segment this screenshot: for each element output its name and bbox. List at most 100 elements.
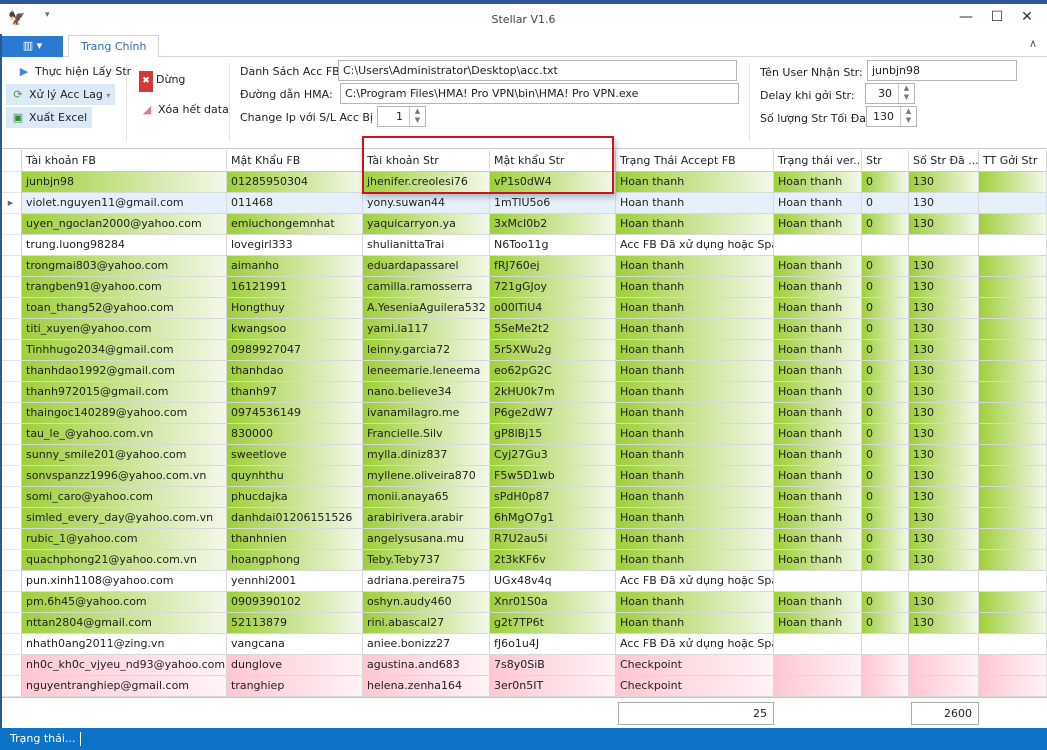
cell-send-status[interactable] <box>979 382 1047 403</box>
cell-str-password[interactable]: gP8lBj15 <box>490 424 616 445</box>
cell-accept-status[interactable]: Hoan thanh <box>616 277 774 298</box>
cell-fb-password[interactable]: danhdai01206151526 <box>227 508 363 529</box>
cell-str-account[interactable]: ivanamilagro.me <box>363 403 490 424</box>
cell-fb-password[interactable]: lovegirl333 <box>227 235 363 256</box>
cell-fb-account[interactable]: uyen_ngoclan2000@yahoo.com <box>22 214 227 235</box>
row-selector[interactable] <box>0 235 22 256</box>
cell-verify-status[interactable]: Hoan thanh <box>774 613 862 634</box>
cell-accept-status[interactable]: Acc FB Đã xử dụng hoặc Spam <box>616 235 774 256</box>
cell-fb-password[interactable]: phucdajka <box>227 487 363 508</box>
cell-str[interactable]: 0 <box>862 361 909 382</box>
cell-fb-password[interactable]: emiuchongemnhat <box>227 214 363 235</box>
cell-send-status[interactable] <box>979 340 1047 361</box>
cell-send-status[interactable] <box>979 277 1047 298</box>
cell-str-account[interactable]: yaquicarryon.ya <box>363 214 490 235</box>
cell-fb-password[interactable]: tranghiep <box>227 676 363 697</box>
cell-str-account[interactable]: mylla.diniz837 <box>363 445 490 466</box>
column-header-str[interactable]: Str <box>862 150 909 172</box>
cell-fb-password[interactable]: kwangsoo <box>227 319 363 340</box>
cell-str-sent[interactable]: 130 <box>909 487 979 508</box>
cell-fb-password[interactable]: sweetlove <box>227 445 363 466</box>
table-row[interactable]: thaingoc140289@yahoo.com 0974536149 ivanam… <box>0 403 1047 424</box>
tab-trang-chinh[interactable]: Trang Chính <box>68 35 160 58</box>
table-row[interactable]: quachphong21@yahoo.com.vn hoangphong Teby.… <box>0 550 1047 571</box>
cell-str-password[interactable]: eo62pG2C <box>490 361 616 382</box>
cell-send-status[interactable] <box>979 172 1047 193</box>
table-row[interactable]: rubic_1@yahoo.com thanhnien angelysusana.m… <box>0 529 1047 550</box>
cell-str-account[interactable]: arabirivera.arabir <box>363 508 490 529</box>
cell-fb-account[interactable]: sunny_smile201@yahoo.com <box>22 445 227 466</box>
column-header-accept-status[interactable]: Trạng Thái Accept FB <box>616 150 774 172</box>
cell-str-sent[interactable]: 130 <box>909 319 979 340</box>
cell-str[interactable] <box>862 676 909 697</box>
cell-str-password[interactable]: fRJ760ej <box>490 256 616 277</box>
cell-str-sent[interactable] <box>909 571 979 592</box>
cell-str-password[interactable]: R7U2au5i <box>490 529 616 550</box>
cell-verify-status[interactable]: Hoan thanh <box>774 361 862 382</box>
cell-str-account[interactable]: yony.suwan44 <box>363 193 490 214</box>
maximize-button[interactable]: ☐ <box>987 9 1007 25</box>
cell-str[interactable]: 0 <box>862 424 909 445</box>
cell-str[interactable]: 0 <box>862 172 909 193</box>
table-row[interactable]: thanh972015@gmail.com thanh97 nano.believe… <box>0 382 1047 403</box>
cell-accept-status[interactable]: Hoan thanh <box>616 172 774 193</box>
table-row[interactable]: sunny_smile201@yahoo.com sweetlove mylla.d… <box>0 445 1047 466</box>
cell-str-account[interactable]: eduardapassarel <box>363 256 490 277</box>
cell-fb-password[interactable]: dunglove <box>227 655 363 676</box>
row-selector[interactable] <box>0 172 22 193</box>
cell-accept-status[interactable]: Hoan thanh <box>616 529 774 550</box>
cell-str-sent[interactable]: 130 <box>909 613 979 634</box>
row-selector[interactable] <box>0 214 22 235</box>
cell-accept-status[interactable]: Hoan thanh <box>616 382 774 403</box>
cell-str-password[interactable]: 721gGJoy <box>490 277 616 298</box>
cell-send-status[interactable] <box>979 571 1047 592</box>
cell-verify-status[interactable]: Hoan thanh <box>774 508 862 529</box>
cell-str-account[interactable]: leinny.garcia72 <box>363 340 490 361</box>
cell-verify-status[interactable]: Hoan thanh <box>774 214 862 235</box>
table-row[interactable]: nhath0ang2011@zing.vn vangcana aniee.boniz… <box>0 634 1047 655</box>
row-selector[interactable] <box>0 256 22 277</box>
receiver-user-input[interactable]: junbjn98 <box>867 60 1017 81</box>
cell-accept-status[interactable]: Checkpoint <box>616 655 774 676</box>
table-row[interactable]: ▶ violet.nguyen11@gmail.com 011468 yony.suw… <box>0 193 1047 214</box>
cell-verify-status[interactable] <box>774 676 862 697</box>
column-header-fb-account[interactable]: Tài khoản FB <box>22 150 227 172</box>
cell-send-status[interactable] <box>979 529 1047 550</box>
app-menu-button[interactable]: ▥ ▾ <box>2 36 63 57</box>
handle-lag-button[interactable]: ⟳ Xử lý Acc Lag ▾ <box>6 84 116 105</box>
cell-send-status[interactable] <box>979 508 1047 529</box>
cell-str-sent[interactable]: 130 <box>909 445 979 466</box>
cell-verify-status[interactable] <box>774 655 862 676</box>
cell-str-password[interactable]: Xnr01S0a <box>490 592 616 613</box>
row-selector[interactable] <box>0 487 22 508</box>
cell-str-password[interactable]: F5w5D1wb <box>490 466 616 487</box>
cell-accept-status[interactable]: Hoan thanh <box>616 550 774 571</box>
cell-send-status[interactable] <box>979 361 1047 382</box>
cell-verify-status[interactable]: Hoan thanh <box>774 340 862 361</box>
cell-fb-account[interactable]: nhath0ang2011@zing.vn <box>22 634 227 655</box>
cell-fb-password[interactable]: hoangphong <box>227 550 363 571</box>
row-selector[interactable] <box>0 655 22 676</box>
cell-str[interactable]: 0 <box>862 466 909 487</box>
cell-accept-status[interactable]: Hoan thanh <box>616 466 774 487</box>
cell-send-status[interactable] <box>979 466 1047 487</box>
cell-fb-password[interactable]: yennhi2001 <box>227 571 363 592</box>
cell-fb-password[interactable]: thanhdao <box>227 361 363 382</box>
table-row[interactable]: simled_every_day@yahoo.com.vn danhdai0120… <box>0 508 1047 529</box>
cell-fb-account[interactable]: junbjn98 <box>22 172 227 193</box>
row-selector[interactable] <box>0 634 22 655</box>
cell-str-password[interactable]: P6ge2dW7 <box>490 403 616 424</box>
cell-str-sent[interactable]: 130 <box>909 382 979 403</box>
cell-send-status[interactable] <box>979 676 1047 697</box>
cell-fb-account[interactable]: trangben91@yahoo.com <box>22 277 227 298</box>
cell-verify-status[interactable] <box>774 235 862 256</box>
cell-str-sent[interactable]: 130 <box>909 214 979 235</box>
cell-accept-status[interactable]: Hoan thanh <box>616 361 774 382</box>
cell-str-password[interactable]: 1mTlU5o6 <box>490 193 616 214</box>
cell-accept-status[interactable]: Hoan thanh <box>616 592 774 613</box>
cell-fb-account[interactable]: somi_caro@yahoo.com <box>22 487 227 508</box>
table-row[interactable]: trangben91@yahoo.com 16121991 camilla.ramo… <box>0 277 1047 298</box>
cell-verify-status[interactable]: Hoan thanh <box>774 193 862 214</box>
cell-str-sent[interactable]: 130 <box>909 193 979 214</box>
cell-send-status[interactable] <box>979 424 1047 445</box>
